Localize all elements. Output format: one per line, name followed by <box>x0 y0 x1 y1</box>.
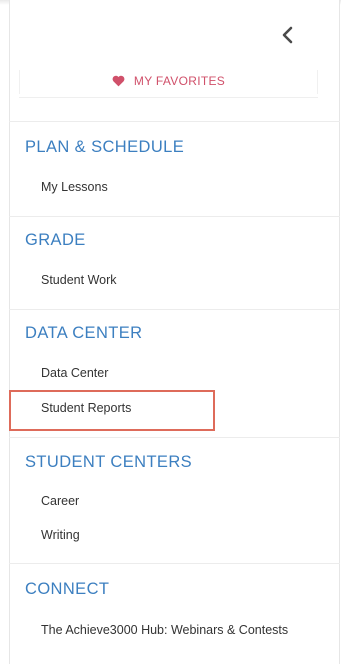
section-title-grade: GRADE <box>25 231 86 249</box>
my-favorites-content: MY FAVORITES <box>112 74 225 88</box>
menu-item-achieve3000-hub[interactable]: The Achieve3000 Hub: Webinars & Contests <box>41 621 291 640</box>
menu-item-writing[interactable]: Writing <box>41 528 80 542</box>
section-divider <box>9 309 340 310</box>
section-divider <box>9 121 340 122</box>
my-favorites-button[interactable]: MY FAVORITES <box>19 64 318 98</box>
menu-item-my-lessons[interactable]: My Lessons <box>41 180 108 194</box>
chevron-left-icon <box>282 26 293 44</box>
section-title-connect: CONNECT <box>25 580 110 598</box>
heart-icon <box>112 75 125 86</box>
navigation-drawer: MY FAVORITES PLAN & SCHEDULE My Lessons … <box>0 0 341 664</box>
menu-item-career[interactable]: Career <box>41 494 79 508</box>
section-divider <box>9 216 340 217</box>
section-title-data-center: DATA CENTER <box>25 324 143 342</box>
menu-item-data-center[interactable]: Data Center <box>41 366 108 380</box>
collapse-menu-button[interactable] <box>276 23 300 47</box>
section-title-plan-schedule: PLAN & SCHEDULE <box>25 138 185 156</box>
menu-item-student-reports[interactable]: Student Reports <box>41 401 131 415</box>
section-divider <box>9 437 340 438</box>
section-divider <box>9 563 340 564</box>
my-favorites-label: MY FAVORITES <box>133 73 226 88</box>
menu-item-student-work[interactable]: Student Work <box>41 273 117 287</box>
section-title-student-centers: STUDENT CENTERS <box>25 453 193 471</box>
